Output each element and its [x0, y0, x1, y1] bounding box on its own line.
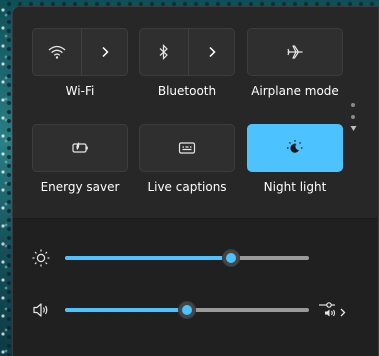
airplane-icon: [287, 45, 303, 59]
wifi-tile: [32, 28, 128, 76]
live-captions-button[interactable]: [139, 124, 235, 172]
volume-slider-row: [13, 294, 378, 324]
tile-airplane: Airplane mode: [247, 28, 343, 104]
night-light-icon: [287, 140, 303, 153]
audio-output-button[interactable]: [318, 298, 348, 320]
bluetooth-tile: [139, 28, 235, 76]
brightness-slider[interactable]: [65, 249, 309, 267]
chevron-right-icon: [101, 46, 109, 58]
chevron-right-icon: [208, 46, 216, 58]
tile-label-night-light: Night light: [263, 180, 327, 194]
page-dot[interactable]: [351, 115, 355, 119]
captions-icon: [178, 142, 196, 154]
bluetooth-icon: [159, 44, 168, 60]
tile-label-airplane: Airplane mode: [251, 84, 339, 98]
bluetooth-toggle-button[interactable]: [140, 29, 188, 75]
volume-slider-fill: [65, 308, 187, 312]
tile-night-light: Night light: [247, 124, 343, 200]
quick-actions-area: Wi-Fi Bluetooth Airplane mode Energy sav…: [13, 7, 378, 219]
energy-saver-button[interactable]: [32, 124, 128, 172]
audio-output-icon: [319, 302, 346, 317]
tile-live-captions: Live captions: [139, 124, 235, 200]
battery-saver-icon: [72, 142, 88, 153]
night-light-button[interactable]: [247, 124, 343, 172]
brightness-slider-row: [13, 242, 378, 272]
tile-bluetooth: Bluetooth: [139, 28, 235, 104]
brightness-slider-thumb[interactable]: [221, 249, 240, 267]
tile-energy-saver: Energy saver: [32, 124, 128, 200]
bluetooth-more-button[interactable]: [189, 29, 234, 75]
volume-slider-thumb[interactable]: [178, 301, 196, 319]
wifi-more-button[interactable]: [82, 29, 127, 75]
page-dot[interactable]: [351, 103, 355, 107]
brightness-icon: [32, 249, 50, 267]
volume-slider[interactable]: [65, 301, 309, 319]
chevron-down-icon[interactable]: [350, 125, 357, 132]
brightness-slider-fill: [65, 256, 231, 260]
wifi-icon: [48, 45, 66, 59]
tile-wifi: Wi-Fi: [32, 28, 128, 104]
speaker-icon[interactable]: [31, 300, 51, 320]
quick-settings-panel: Wi-Fi Bluetooth Airplane mode Energy sav…: [12, 6, 379, 356]
airplane-mode-button[interactable]: [247, 28, 343, 76]
wifi-toggle-button[interactable]: [33, 29, 81, 75]
